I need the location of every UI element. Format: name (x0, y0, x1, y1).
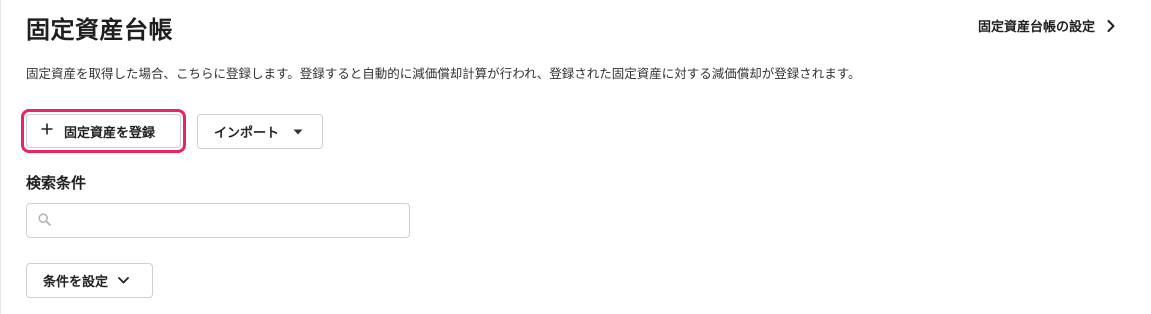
ledger-settings-label: 固定資産台帳の設定 (977, 20, 1095, 35)
fixed-asset-ledger-page: 固定資産台帳 固定資産台帳の設定 固定資産を取得した場合、こちらに登録します。登… (0, 0, 1151, 314)
chevron-right-icon (1107, 19, 1115, 32)
search-input[interactable] (57, 212, 409, 229)
search-box (26, 203, 410, 238)
register-asset-button[interactable]: 固定資産を登録 (26, 114, 181, 148)
search-icon (38, 211, 51, 230)
page-description: 固定資産を取得した場合、こちらに登録します。登録すると自動的に減価償却計算が行わ… (26, 66, 861, 81)
set-conditions-button[interactable]: 条件を設定 (26, 263, 153, 298)
plus-icon (41, 123, 53, 139)
ledger-settings-link[interactable]: 固定資産台帳の設定 (978, 16, 1115, 35)
register-asset-label: 固定資産を登録 (64, 125, 156, 141)
import-label: インポート (214, 126, 280, 141)
chevron-down-icon (118, 273, 129, 288)
import-dropdown-button[interactable]: インポート (197, 114, 323, 149)
set-conditions-label: 条件を設定 (43, 275, 109, 290)
page-title: 固定資産台帳 (26, 16, 173, 44)
caret-down-icon (293, 124, 303, 139)
search-conditions-heading: 検索条件 (26, 174, 87, 192)
